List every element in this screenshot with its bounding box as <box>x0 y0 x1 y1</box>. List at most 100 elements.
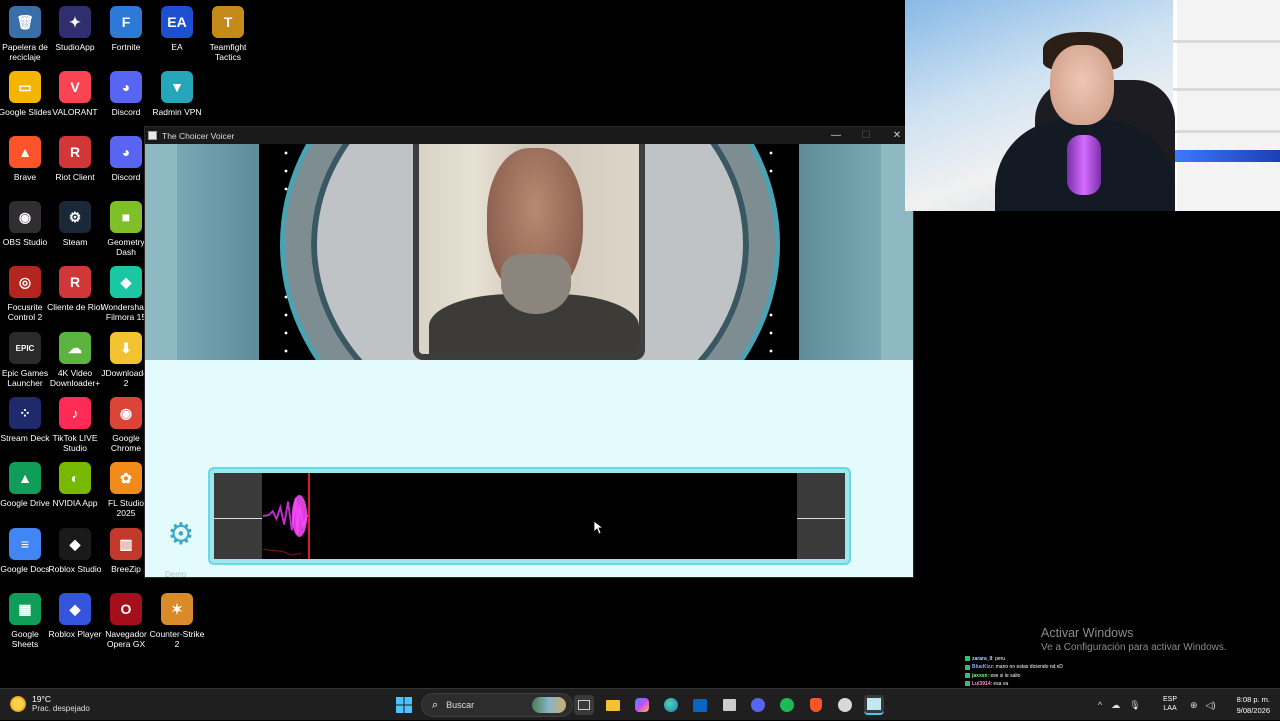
choicer-voicer-taskbar-icon[interactable] <box>864 695 884 715</box>
weather-condition: Prac. despejado <box>32 704 90 713</box>
spotify-icon[interactable] <box>777 695 797 715</box>
desktop-icon[interactable]: ◉ OBS Studio <box>0 201 50 247</box>
language-indicator[interactable]: ESP LAA <box>1163 695 1177 713</box>
choicer-voicer-window[interactable]: The Choicer Voicer — ☐ ✕ ⚙ Demo <box>145 127 913 579</box>
desktop-icon[interactable]: ▦ Google Sheets <box>0 593 50 649</box>
desktop-icon[interactable]: EA EA <box>152 6 202 52</box>
desktop-icon[interactable]: ⚙ Steam <box>50 201 100 247</box>
desktop-icon[interactable]: ◐ NVIDIA App <box>50 462 100 508</box>
desktop-icon[interactable]: 🗑 Papelera de reciclaje <box>0 6 50 62</box>
desktop-icon[interactable]: ■ Geometry Dash <box>101 201 151 257</box>
desktop-icon[interactable]: ✦ StudioApp <box>50 6 100 52</box>
desktop-icon-label: Stream Deck <box>0 433 50 443</box>
desktop-icon[interactable]: O Navegador Opera GX <box>101 593 151 649</box>
desktop-icon[interactable]: R Riot Client <box>50 136 100 182</box>
left-curtain <box>177 144 259 360</box>
desktop-icon-label: TikTok LIVE Studio <box>52 433 98 453</box>
window-titlebar[interactable]: The Choicer Voicer — ☐ ✕ <box>145 127 913 144</box>
desktop-icon[interactable]: ◉ Google Chrome <box>101 397 151 453</box>
desktop-icon[interactable]: ◕ Discord <box>101 71 151 117</box>
roblox-player-icon: ◆ <box>59 593 91 625</box>
desktop-icon[interactable]: ▥ BreeZip <box>101 528 151 574</box>
chat-message: zarara_II: peru <box>965 655 1165 663</box>
waveform-right-margin <box>797 473 845 559</box>
desktop-icon-label: Riot Client <box>55 172 95 182</box>
desktop-icon[interactable]: ✶ Counter-Strike 2 <box>150 593 204 649</box>
riot-client-icon: R <box>59 136 91 168</box>
clock-date: 9/08/2026 <box>1236 706 1270 715</box>
chevron-up-icon[interactable]: ^ <box>1098 700 1102 710</box>
outlook-icon[interactable] <box>690 695 710 715</box>
desktop-icon[interactable]: ▭ Google Slides <box>0 71 51 117</box>
desktop-icon[interactable]: ▲ Google Drive <box>0 462 50 508</box>
demo-label: Demo <box>165 570 187 579</box>
mic-icon[interactable]: 🎙 <box>1129 700 1140 711</box>
keyboard-layout: LAA <box>1163 705 1177 712</box>
search-highlight-icon <box>532 697 566 713</box>
weather-sun-icon <box>10 695 26 712</box>
chat-message: BlueKizz: mano no estas diciendo nd xD <box>965 663 1165 671</box>
desktop-icon[interactable]: R Cliente de Riot <box>47 266 103 312</box>
ea-icon: EA <box>161 6 193 38</box>
desktop-icon[interactable]: ⬇ JDownloader 2 <box>101 332 151 388</box>
desktop-icon[interactable]: T Teamfight Tactics <box>203 6 253 62</box>
minimize-button[interactable]: — <box>821 127 851 144</box>
start-button[interactable] <box>394 695 414 715</box>
edge-icon[interactable] <box>661 695 681 715</box>
desktop-icon[interactable]: ◕ Discord <box>101 136 151 182</box>
taskbar-clock[interactable]: 8:08 p. m. 9/08/2026 <box>1228 694 1270 716</box>
system-icons[interactable]: ⊕ ◁) <box>1190 689 1215 721</box>
desktop-icon[interactable]: V VALORANT <box>50 71 100 117</box>
language-code: ESP <box>1163 696 1178 703</box>
activation-subtitle: Ve a Configuración para activar Windows. <box>1041 642 1227 653</box>
waveform-panel[interactable] <box>208 467 851 565</box>
desktop-icon[interactable]: ▲ Brave <box>0 136 50 182</box>
opera-gx-icon: O <box>110 593 142 625</box>
brave-taskbar-icon[interactable] <box>806 695 826 715</box>
obs-icon: ◉ <box>9 201 41 233</box>
desktop-icon[interactable]: ◆ Roblox Player <box>49 593 101 639</box>
chat-text: peru <box>995 656 1006 662</box>
waveform-baseline-left <box>214 518 262 519</box>
filmora-icon: ◆ <box>110 266 142 298</box>
cs2-icon: ✶ <box>161 593 193 625</box>
desktop-icon[interactable]: F Fortnite <box>101 6 151 52</box>
desktop-icon[interactable]: ▼ Radmin VPN <box>152 71 202 117</box>
audio-waveform <box>262 473 310 559</box>
windows-logo-icon <box>396 697 412 713</box>
discord-taskbar-icon[interactable] <box>748 695 768 715</box>
chat-username: zarara_II <box>972 656 993 662</box>
riot-client-icon: R <box>59 266 91 298</box>
jdownloader-icon: ⬇ <box>110 332 142 364</box>
chat-badge-icon <box>965 672 970 678</box>
store-icon[interactable] <box>719 695 739 715</box>
participant-video <box>413 144 645 360</box>
desktop-icon-label: Google Drive <box>0 498 50 508</box>
steam-taskbar-icon[interactable] <box>835 695 855 715</box>
desktop-icon[interactable]: ◆ Wondershare Filmora 15 <box>101 266 151 322</box>
desktop-icon[interactable]: ✿ FL Studio 2025 <box>101 462 151 518</box>
weather-widget[interactable]: 19°C Prac. despejado <box>10 694 90 713</box>
desktop-icon[interactable]: EPIC Epic Games Launcher <box>0 332 50 388</box>
desktop-icon[interactable]: ≡ Google Docs <box>0 528 50 574</box>
chat-badge-icon <box>965 656 970 662</box>
desktop-icon-label: Epic Games Launcher <box>1 368 49 388</box>
recycle-bin-icon: 🗑 <box>9 6 41 38</box>
taskbar-search[interactable]: ⌕ Buscar <box>421 693 573 717</box>
desktop-icon[interactable]: ◎ Focusrite Control 2 <box>0 266 50 322</box>
desktop-icon-label: EA <box>171 42 183 52</box>
tiktok-icon: ♪ <box>59 397 91 429</box>
settings-gear-icon[interactable]: ⚙ <box>166 520 196 550</box>
waveform-baseline-right <box>797 518 845 519</box>
task-view-icon[interactable] <box>574 695 594 715</box>
maximize-button[interactable]: ☐ <box>851 127 881 144</box>
desktop-icon[interactable]: ⁘ Stream Deck <box>0 397 50 443</box>
file-explorer-icon[interactable] <box>603 695 623 715</box>
cloud-icon[interactable]: ☁ <box>1111 700 1120 711</box>
discord-icon: ◕ <box>110 71 142 103</box>
copilot-icon[interactable] <box>632 695 652 715</box>
chat-username: Lul3914 <box>972 681 991 688</box>
desktop-icon[interactable]: ☁ 4K Video Downloader+ <box>50 332 100 388</box>
desktop-icon[interactable]: ♪ TikTok LIVE Studio <box>50 397 100 453</box>
desktop-icon[interactable]: ◆ Roblox Studio <box>49 528 101 574</box>
